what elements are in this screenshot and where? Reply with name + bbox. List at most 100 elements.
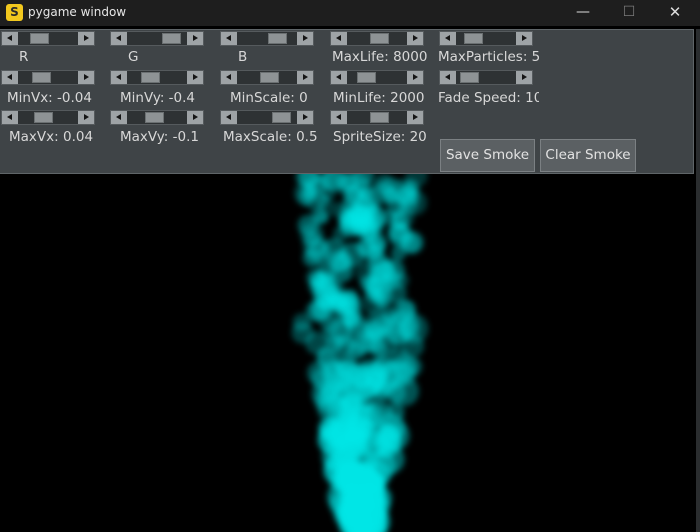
max-scale-slider-thumb[interactable] [271,112,291,123]
min-scale-slider-decrement[interactable] [221,71,237,84]
min-life-slider-increment[interactable] [407,71,423,84]
clear-smoke-button[interactable]: Clear Smoke [540,139,636,172]
max-life-slider-decrement[interactable] [331,32,347,45]
sprite-size-slider-thumb[interactable] [369,112,389,123]
smoke-puff [364,399,393,428]
sprite-size-slider-decrement[interactable] [331,111,347,124]
max-vy-slider-thumb[interactable] [145,112,165,123]
r-label: R [19,49,29,65]
smoke-puff [339,500,363,524]
min-vy-slider-thumb[interactable] [141,72,161,83]
max-life-slider-increment[interactable] [407,32,423,45]
min-scale-slider-thumb[interactable] [259,72,279,83]
fade-speed-label: Fade Speed: 10 [438,90,539,106]
pygame-snake-icon: S [6,4,23,21]
smoke-canvas [291,174,429,532]
r-slider-increment[interactable] [78,32,94,45]
min-life-slider[interactable] [330,70,424,85]
g-slider-increment[interactable] [187,32,203,45]
max-scale-slider-increment[interactable] [297,111,313,124]
min-vy-slider-increment[interactable] [187,71,203,84]
b-label: B [238,49,248,65]
max-vx-slider-decrement[interactable] [2,111,18,124]
b-slider-decrement[interactable] [221,32,237,45]
smoke-puff [361,378,381,398]
min-vx-slider-increment[interactable] [78,71,94,84]
max-scale-slider[interactable] [220,110,314,125]
g-slider-decrement[interactable] [111,32,127,45]
min-life-slider-decrement[interactable] [331,71,347,84]
close-button[interactable]: ✕ [652,0,698,26]
b-slider-increment[interactable] [297,32,313,45]
min-scale-label: MinScale: 0 [230,90,308,106]
minimize-button[interactable]: — [560,0,606,26]
smoke-puff [335,462,365,491]
min-life-label: MinLife: 2000 [333,90,425,106]
min-life-slider-thumb[interactable] [357,72,377,83]
min-scale-slider[interactable] [220,70,314,85]
max-scale-slider-decrement[interactable] [221,111,237,124]
max-particles-slider-increment[interactable] [516,32,532,45]
fade-speed-slider-decrement[interactable] [440,71,456,84]
min-scale-slider-increment[interactable] [297,71,313,84]
max-particles-slider-thumb[interactable] [464,33,484,44]
min-vy-slider-decrement[interactable] [111,71,127,84]
max-particles-label: MaxParticles: 5 [438,49,539,65]
window-edge [696,29,700,532]
g-slider[interactable] [110,31,204,46]
window-titlebar: S pygame window — ☐ ✕ [0,0,700,26]
maximize-button[interactable]: ☐ [606,0,652,26]
smoke-puff [381,308,399,326]
fade-speed-slider[interactable] [439,70,533,85]
max-vx-label: MaxVx: 0.04 [9,129,94,145]
sprite-size-slider-increment[interactable] [407,111,423,124]
max-vx-slider-increment[interactable] [78,111,94,124]
max-vy-slider-increment[interactable] [187,111,203,124]
max-vy-label: MaxVy: -0.1 [120,129,199,145]
max-scale-label: MaxScale: 0.5 [223,129,318,145]
sprite-size-slider[interactable] [330,110,424,125]
smoke-puff [367,244,383,260]
smoke-puff [365,278,384,297]
min-vy-slider[interactable] [110,70,204,85]
smoke-puff [386,283,407,304]
fade-speed-slider-thumb[interactable] [460,72,480,83]
smoke-puff [346,421,370,446]
smoke-puff [332,251,353,272]
max-vx-slider-thumb[interactable] [34,112,54,123]
r-slider-decrement[interactable] [2,32,18,45]
smoke-puff [402,356,423,377]
smoke-puff [400,231,424,254]
smoke-puff [339,209,357,227]
smoke-puff [321,360,345,384]
max-vy-slider-decrement[interactable] [111,111,127,124]
smoke-puff [390,211,409,231]
g-label: G [128,49,139,65]
r-slider-thumb[interactable] [30,33,50,44]
smoke-puff [358,187,373,203]
r-slider[interactable] [1,31,95,46]
g-slider-thumb[interactable] [161,33,181,44]
smoke-puff [312,272,337,298]
max-particles-slider[interactable] [439,31,533,46]
smoke-puff [362,489,383,510]
min-vy-label: MinVy: -0.4 [120,90,196,106]
b-slider[interactable] [220,31,314,46]
max-life-slider[interactable] [330,31,424,46]
min-vx-slider-decrement[interactable] [2,71,18,84]
min-vx-slider[interactable] [1,70,95,85]
min-vx-slider-thumb[interactable] [32,72,52,83]
control-panel: R G B MaxLife: 8000 MaxParticles: 5 MinV… [0,29,694,174]
sprite-size-label: SpriteSize: 20 [333,129,427,145]
max-vx-slider[interactable] [1,110,95,125]
b-slider-thumb[interactable] [267,33,287,44]
max-particles-slider-decrement[interactable] [440,32,456,45]
smoke-puff [331,296,352,317]
min-vx-label: MinVx: -0.04 [7,90,92,106]
save-smoke-button[interactable]: Save Smoke [440,139,535,172]
max-vy-slider[interactable] [110,110,204,125]
fade-speed-slider-increment[interactable] [516,71,532,84]
max-life-label: MaxLife: 8000 [332,49,428,65]
smoke-puff [310,205,329,224]
max-life-slider-thumb[interactable] [369,33,389,44]
